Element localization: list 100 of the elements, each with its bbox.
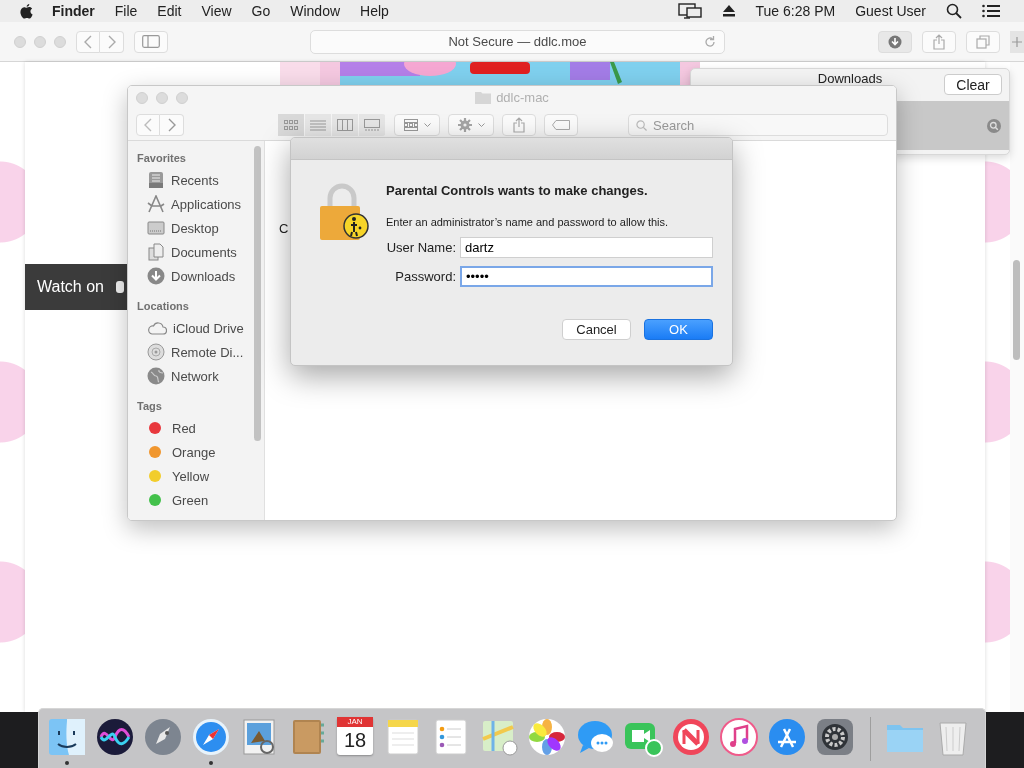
share-button[interactable] [922,30,956,53]
rocket-icon[interactable] [143,717,183,757]
back-icon [84,34,92,49]
menu-item[interactable]: Go [251,3,271,19]
zoom-button[interactable] [54,35,66,48]
plus-icon [1012,36,1022,47]
cloud-icon [147,321,167,335]
app-menu[interactable]: Finder [52,3,95,19]
gallery-icon [364,119,380,131]
icon-view-button[interactable] [278,114,305,136]
share-icon [933,33,945,50]
tag-icon [552,120,570,130]
tabs-button[interactable] [966,30,1000,53]
dialog-message: Enter an administrator’s name and password to allow this. [386,216,670,228]
action-button[interactable] [448,114,494,136]
menu-item[interactable]: Edit [157,3,182,19]
scrollbar-thumb[interactable] [1013,260,1020,360]
menu-item[interactable]: Help [360,3,389,19]
scrollbar-thumb[interactable] [254,146,261,441]
clock[interactable]: Tue 6:28 PM [755,3,836,19]
sidebar-item[interactable]: Documents [137,240,264,264]
chevron-icon [477,122,485,128]
calendar-icon[interactable]: JAN 18 [337,717,373,755]
address-bar[interactable]: Not Secure — ddlc.moe [310,29,725,54]
file-label: C [279,221,289,236]
finder-icon[interactable] [47,717,87,757]
logo-icon [116,281,124,293]
downloads-button[interactable] [878,30,912,53]
close-button[interactable] [14,35,26,48]
popover-title: Downloads [817,71,883,86]
sidebar-item[interactable]: Remote Di... [137,340,264,364]
list-icon [310,119,326,131]
menu-icon[interactable] [982,4,1000,18]
desktop-icon [147,220,165,236]
sidebar-item[interactable]: Network [137,364,264,388]
input-field[interactable]: dartz [460,237,713,258]
gear-icon [457,118,472,132]
close-button[interactable] [136,92,148,104]
sidebar-item[interactable]: Orange [137,440,264,464]
siri-icon[interactable] [95,717,135,757]
news-icon[interactable] [671,717,711,757]
search-field[interactable]: Search [628,114,888,136]
watch-banner[interactable]: Watch on [25,264,127,310]
sidebar-item[interactable]: Recents [137,168,264,192]
field-label: User Name: [385,240,456,255]
forward-button[interactable] [160,114,184,136]
back-button[interactable] [136,114,160,136]
sidebar-heading: Tags [137,400,163,414]
download-icon [888,34,902,49]
apple-logo-icon[interactable] [19,2,34,20]
sidebar-item[interactable]: Downloads [137,264,264,288]
search-icon[interactable] [946,3,962,19]
tray-icon [147,171,165,189]
menu-item[interactable]: Window [290,3,341,19]
new-tab-button[interactable] [1010,30,1024,53]
tag-button[interactable] [544,114,578,136]
group-button[interactable] [394,114,440,136]
input-field[interactable]: ••••• [460,266,713,287]
globe-icon [147,367,165,385]
sidebar-item[interactable]: iCloud Drive [137,316,264,340]
menu-item[interactable]: File [114,3,138,19]
forward-button[interactable] [100,30,124,53]
columns-icon [337,119,353,131]
cancel-button[interactable]: Cancel [562,319,631,340]
sidebar-item[interactable]: Desktop [137,216,264,240]
compass-icon[interactable] [191,717,231,757]
display-icon[interactable] [677,3,702,19]
tabs-icon [976,34,990,49]
magnifier-icon[interactable] [987,118,1001,133]
reload-icon[interactable] [704,35,716,48]
sidebar-item[interactable]: Green [137,488,264,512]
sidebar-icon [142,35,160,48]
download-icon [147,267,165,285]
user-menu[interactable]: Guest User [855,3,926,19]
menu-item[interactable]: View [201,3,232,19]
back-icon [144,118,152,132]
minimize-button[interactable] [34,35,46,48]
back-button[interactable] [76,30,100,53]
dialog-title: Parental Controls wants to make changes. [386,183,649,198]
settings-icon[interactable] [815,717,855,757]
documents-icon [147,243,165,261]
applications-icon [147,195,165,213]
clear-button[interactable]: Clear [944,74,1002,95]
chevron-icon [423,122,431,128]
forward-icon [167,118,176,132]
share-button[interactable] [502,114,536,136]
sidebar-item[interactable]: Red [137,416,264,440]
app-store-icon[interactable] [767,717,807,757]
minimize-button[interactable] [156,92,168,104]
sidebar-item[interactable]: Applications [137,192,264,216]
disc-icon [147,343,165,361]
grid-icon [284,120,298,130]
sidebar-item[interactable]: Yellow [137,464,264,488]
sidebar-heading: Locations [137,300,190,314]
zoom-button[interactable] [176,92,188,104]
sidebar-button[interactable] [134,30,168,53]
field-label: Password: [394,269,456,284]
photos-icon[interactable] [527,717,567,757]
eject-icon[interactable] [721,5,736,17]
music-icon[interactable] [719,717,759,757]
